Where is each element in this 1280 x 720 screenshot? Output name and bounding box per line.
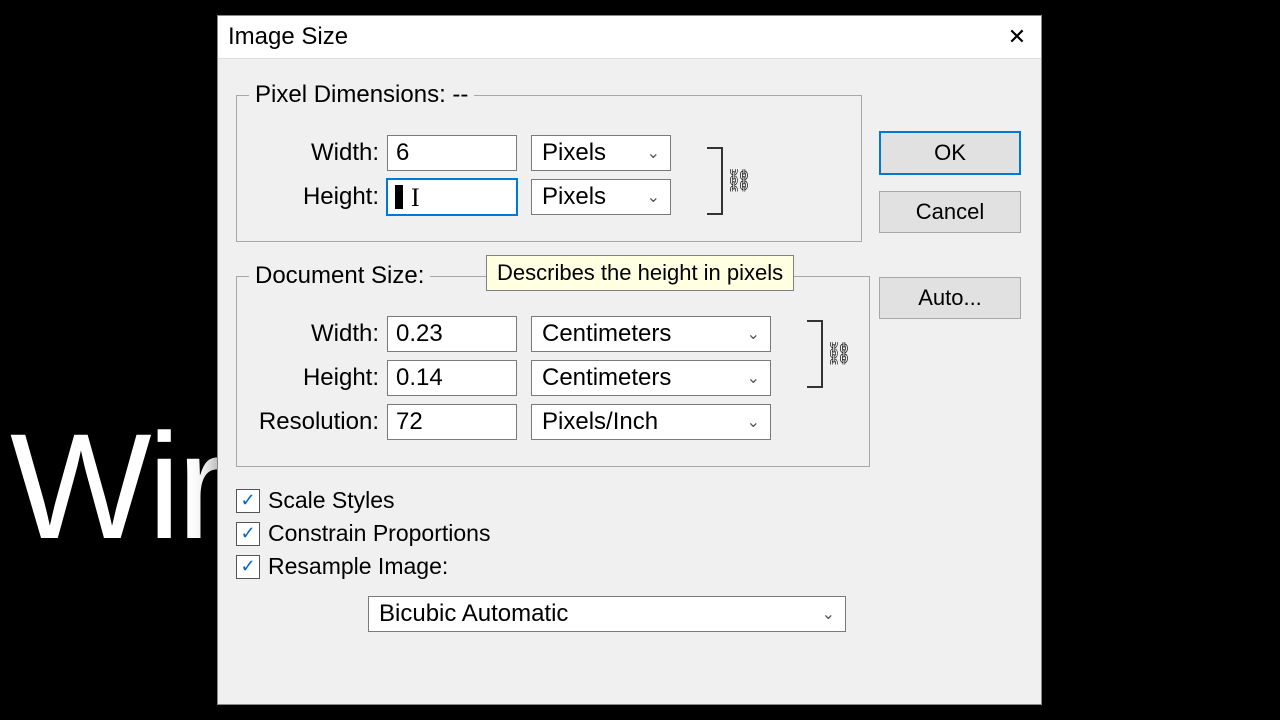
cancel-button[interactable]: Cancel [879, 191, 1021, 233]
px-width-unit-select[interactable]: Pixels ⌄ [531, 135, 671, 171]
document-size-legend: Document Size: [249, 262, 430, 290]
scale-styles-checkbox[interactable]: ✓ Scale Styles [236, 487, 864, 514]
checkbox-icon: ✓ [236, 522, 260, 546]
image-size-dialog: Image Size ✕ Pixel Dimensions: -- Width:… [217, 15, 1042, 705]
resample-image-checkbox[interactable]: ✓ Resample Image: [236, 553, 864, 580]
px-height-input[interactable] [387, 179, 517, 215]
doc-width-unit-select[interactable]: Centimeters ⌄ [531, 316, 771, 352]
pixel-dimensions-legend: Pixel Dimensions: -- [249, 81, 474, 109]
px-width-label: Width: [249, 139, 379, 167]
chevron-down-icon: ⌄ [747, 324, 760, 344]
chain-link-icon: ⛓ [725, 168, 753, 194]
resample-method-value: Bicubic Automatic [379, 600, 568, 628]
doc-link-constraint[interactable]: ⛓ [807, 320, 853, 388]
chevron-down-icon: ⌄ [647, 143, 660, 163]
constrain-proportions-label: Constrain Proportions [268, 520, 490, 547]
scale-styles-label: Scale Styles [268, 487, 395, 514]
chevron-down-icon: ⌄ [647, 187, 660, 207]
document-size-group: Document Size: Width: Centimeters ⌄ Heig… [236, 262, 870, 467]
px-height-unit-value: Pixels [542, 183, 606, 211]
px-link-constraint[interactable]: ⛓ [707, 147, 753, 215]
px-height-label: Height: [249, 183, 379, 211]
constrain-proportions-checkbox[interactable]: ✓ Constrain Proportions [236, 520, 864, 547]
doc-width-unit-value: Centimeters [542, 320, 671, 348]
doc-width-input[interactable] [387, 316, 517, 352]
doc-height-label: Height: [249, 364, 379, 392]
checkbox-icon: ✓ [236, 555, 260, 579]
ok-button[interactable]: OK [879, 131, 1021, 175]
dialog-title: Image Size [218, 23, 348, 51]
doc-width-label: Width: [249, 320, 379, 348]
doc-height-unit-value: Centimeters [542, 364, 671, 392]
doc-height-unit-select[interactable]: Centimeters ⌄ [531, 360, 771, 396]
tooltip: Describes the height in pixels [486, 255, 794, 291]
resample-image-label: Resample Image: [268, 553, 448, 580]
chain-link-icon: ⛓ [825, 341, 853, 367]
resolution-input[interactable] [387, 404, 517, 440]
px-height-unit-select[interactable]: Pixels ⌄ [531, 179, 671, 215]
ibeam-cursor-icon: I [411, 183, 420, 213]
titlebar: Image Size ✕ [218, 16, 1041, 59]
doc-height-input[interactable] [387, 360, 517, 396]
close-button[interactable]: ✕ [993, 16, 1041, 58]
chevron-down-icon: ⌄ [747, 412, 760, 432]
resample-method-select[interactable]: Bicubic Automatic ⌄ [368, 596, 846, 632]
auto-button[interactable]: Auto... [879, 277, 1021, 319]
chevron-down-icon: ⌄ [822, 604, 835, 624]
resolution-unit-select[interactable]: Pixels/Inch ⌄ [531, 404, 771, 440]
resolution-unit-value: Pixels/Inch [542, 408, 658, 436]
px-width-input[interactable] [387, 135, 517, 171]
px-width-unit-value: Pixels [542, 139, 606, 167]
text-caret [395, 185, 403, 209]
checkbox-icon: ✓ [236, 489, 260, 513]
chevron-down-icon: ⌄ [747, 368, 760, 388]
resolution-label: Resolution: [249, 408, 379, 436]
pixel-dimensions-group: Pixel Dimensions: -- Width: Pixels ⌄ Hei… [236, 81, 862, 242]
background-watermark: Wir [10, 400, 223, 573]
